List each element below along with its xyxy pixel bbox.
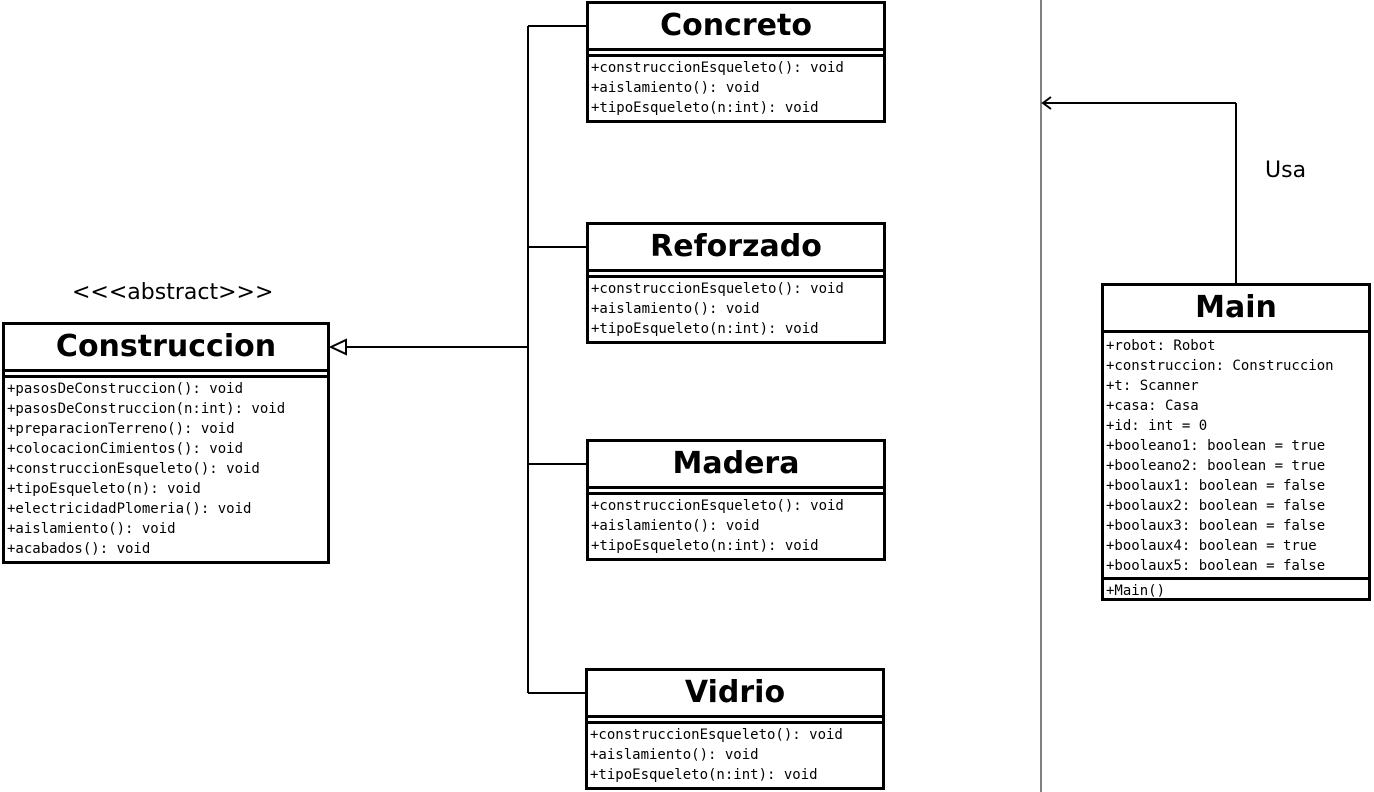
operation: +preparacionTerreno(): void (7, 421, 235, 437)
attribute: +booleano2: boolean = true (1106, 458, 1326, 474)
attribute: +boolaux2: boolean = false (1106, 498, 1326, 514)
operation: +colocacionCimientos(): void (7, 441, 244, 457)
operation: +pasosDeConstruccion(): void (7, 381, 244, 397)
attribute: +t: Scanner (1106, 378, 1199, 394)
operation: +tipoEsqueleto(n): void (7, 481, 201, 497)
class-name: Reforzado (650, 229, 822, 264)
class-concreto[interactable]: Concreto +construccionEsqueleto(): void … (586, 1, 886, 123)
class-name: Main (1195, 290, 1277, 325)
attribute: +boolaux5: boolean = false (1106, 558, 1326, 574)
class-reforzado[interactable]: Reforzado +construccionEsqueleto(): void… (586, 222, 886, 344)
uses-label: Usa (1265, 158, 1307, 183)
class-vidrio[interactable]: Vidrio +construccionEsqueleto(): void +a… (585, 668, 885, 790)
operation: +construccionEsqueleto(): void (591, 60, 844, 76)
operation: +aislamiento(): void (591, 80, 760, 96)
operation: +construccionEsqueleto(): void (591, 281, 844, 297)
class-name: Vidrio (684, 675, 786, 710)
class-main[interactable]: Main +robot: Robot +construccion: Constr… (1101, 283, 1371, 601)
operation: +aislamiento(): void (591, 518, 760, 534)
attribute: +casa: Casa (1106, 398, 1199, 414)
attribute: +id: int = 0 (1106, 418, 1208, 434)
operation: +aislamiento(): void (591, 301, 760, 317)
operation: +tipoEsqueleto(n:int): void (591, 538, 819, 554)
operations-list: +Main() (1104, 580, 1368, 601)
class-name: Construccion (55, 329, 277, 364)
operation: +tipoEsqueleto(n:int): void (591, 321, 819, 337)
operation: +tipoEsqueleto(n:int): void (590, 767, 818, 783)
operation: +aislamiento(): void (590, 747, 759, 763)
class-name: Madera (672, 446, 800, 481)
operations-list: +pasosDeConstruccion(): void +pasosDeCon… (5, 378, 327, 559)
operation: +electricidadPlomeria(): void (7, 501, 252, 517)
operation: +construccionEsqueleto(): void (590, 727, 843, 743)
operation: +Main() (1106, 583, 1166, 599)
attribute: +robot: Robot (1106, 338, 1216, 354)
operation: +pasosDeConstruccion(n:int): void (7, 401, 286, 417)
abstract-stereotype: <<<abstract>>> (72, 280, 274, 305)
operations-list: +construccionEsqueleto(): void +aislamie… (589, 57, 883, 118)
attribute: +boolaux3: boolean = false (1106, 518, 1326, 534)
operations-list: +construccionEsqueleto(): void +aislamie… (589, 278, 883, 339)
attribute: +construccion: Construccion (1106, 358, 1334, 374)
attribute: +booleano1: boolean = true (1106, 438, 1326, 454)
generalization-arrowhead (328, 338, 347, 356)
attribute: +boolaux1: boolean = false (1106, 478, 1326, 494)
class-construccion[interactable]: Construccion +pasosDeConstruccion(): voi… (2, 322, 330, 564)
operations-list: +construccionEsqueleto(): void +aislamie… (588, 724, 882, 785)
attributes-list: +robot: Robot +construccion: Construccio… (1104, 333, 1368, 576)
operation: +tipoEsqueleto(n:int): void (591, 100, 819, 116)
class-madera[interactable]: Madera +construccionEsqueleto(): void +a… (586, 439, 886, 561)
operation: +construccionEsqueleto(): void (591, 498, 844, 514)
class-name: Concreto (660, 8, 812, 43)
operation: +aislamiento(): void (7, 521, 176, 537)
operations-list: +construccionEsqueleto(): void +aislamie… (589, 495, 883, 556)
operation: +acabados(): void (7, 541, 151, 557)
operation: +construccionEsqueleto(): void (7, 461, 260, 477)
attribute: +boolaux4: boolean = true (1106, 538, 1317, 554)
